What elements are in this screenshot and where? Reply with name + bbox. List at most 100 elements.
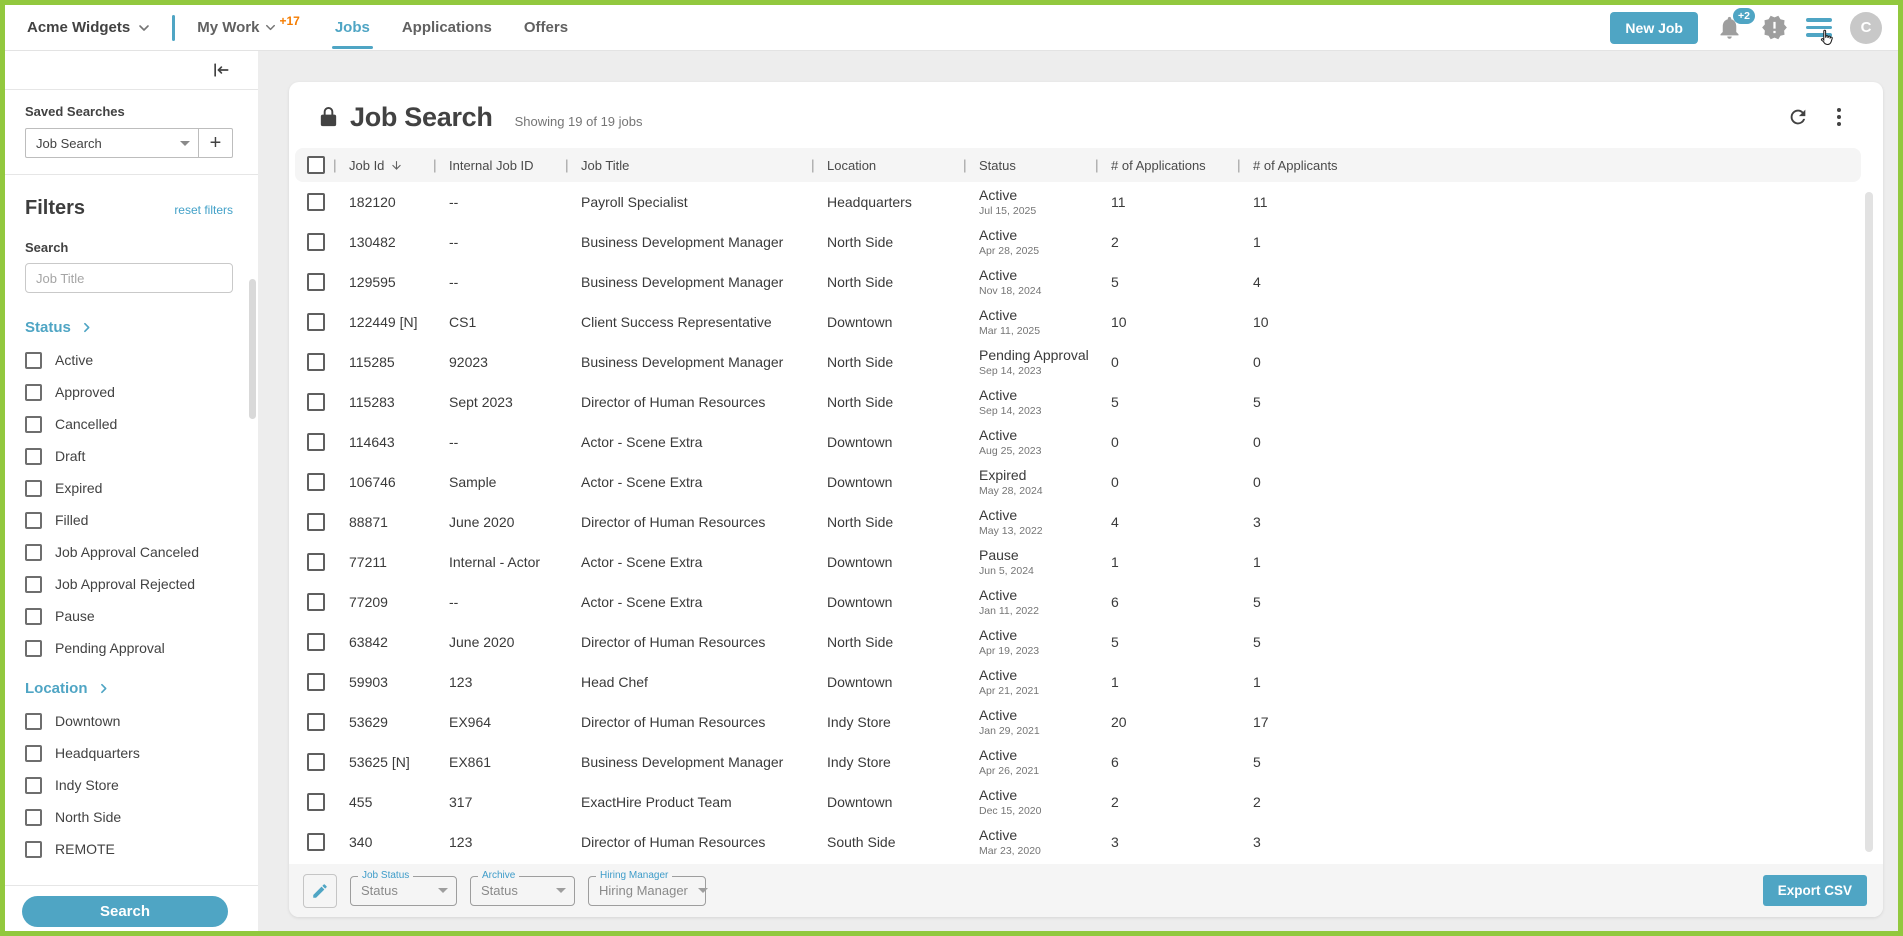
row-checkbox[interactable] [307, 473, 325, 491]
row-checkbox[interactable] [307, 593, 325, 611]
archive-select[interactable]: Archive Status [470, 876, 575, 906]
table-scrollbar[interactable] [1865, 192, 1873, 852]
table-row[interactable]: 122449 [N]CS1Client Success Representati… [295, 302, 1861, 342]
column-header-job-title[interactable]: |Job Title [565, 158, 811, 173]
row-checkbox[interactable] [307, 393, 325, 411]
table-row[interactable]: 53625 [N]EX861Business Development Manag… [295, 742, 1861, 782]
user-avatar[interactable]: C [1850, 12, 1882, 44]
apply-filters-search-button[interactable]: Search [22, 896, 228, 927]
more-options-icon[interactable] [1837, 108, 1841, 126]
checkbox[interactable] [25, 544, 42, 561]
select-all-checkbox[interactable] [307, 156, 325, 174]
reset-filters-link[interactable]: reset filters [174, 203, 233, 217]
row-checkbox[interactable] [307, 513, 325, 531]
table-row[interactable]: 11528592023Business Development ManagerN… [295, 342, 1861, 382]
row-checkbox[interactable] [307, 833, 325, 851]
row-checkbox[interactable] [307, 233, 325, 251]
column-header-internal-job-id[interactable]: |Internal Job ID [433, 158, 565, 173]
job-title-search-input[interactable] [25, 263, 233, 293]
location-section-header[interactable]: Location [25, 680, 233, 697]
row-checkbox[interactable] [307, 553, 325, 571]
row-checkbox[interactable] [307, 273, 325, 291]
checkbox[interactable] [25, 480, 42, 497]
filter-option[interactable]: North Side [25, 801, 233, 833]
table-row[interactable]: 63842June 2020Director of Human Resource… [295, 622, 1861, 662]
row-checkbox[interactable] [307, 673, 325, 691]
table-row[interactable]: 455317ExactHire Product TeamDowntownActi… [295, 782, 1861, 822]
column-header-status[interactable]: |Status [963, 158, 1095, 173]
checkbox[interactable] [25, 777, 42, 794]
checkbox[interactable] [25, 448, 42, 465]
row-checkbox[interactable] [307, 433, 325, 451]
row-checkbox[interactable] [307, 753, 325, 771]
table-row[interactable]: 182120--Payroll SpecialistHeadquartersAc… [295, 182, 1861, 222]
company-menu[interactable]: Acme Widgets [27, 19, 152, 36]
checkbox[interactable] [25, 713, 42, 730]
alerts-button[interactable] [1761, 14, 1788, 41]
location-cell: North Side [811, 394, 963, 410]
filter-option[interactable]: Indy Store [25, 769, 233, 801]
checkbox[interactable] [25, 745, 42, 762]
sidebar-scrollbar[interactable] [249, 279, 256, 419]
table-row[interactable]: 106746SampleActor - Scene ExtraDowntownE… [295, 462, 1861, 502]
filter-option[interactable]: Filled [25, 504, 233, 536]
row-checkbox[interactable] [307, 193, 325, 211]
table-row[interactable]: 53629EX964Director of Human ResourcesInd… [295, 702, 1861, 742]
checkbox[interactable] [25, 352, 42, 369]
row-checkbox[interactable] [307, 633, 325, 651]
status-section-header[interactable]: Status [25, 319, 233, 336]
filter-option[interactable]: Active [25, 344, 233, 376]
table-row[interactable]: 130482--Business Development ManagerNort… [295, 222, 1861, 262]
filter-option[interactable]: Pause [25, 600, 233, 632]
checkbox[interactable] [25, 384, 42, 401]
hiring-manager-select[interactable]: Hiring Manager Hiring Manager [588, 876, 706, 906]
table-row[interactable]: 115283Sept 2023Director of Human Resourc… [295, 382, 1861, 422]
filter-option[interactable]: Expired [25, 472, 233, 504]
filter-option[interactable]: REMOTE [25, 833, 233, 865]
row-checkbox[interactable] [307, 353, 325, 371]
new-job-button[interactable]: New Job [1610, 12, 1698, 44]
job-status-select[interactable]: Job Status Status [350, 876, 457, 906]
checkbox[interactable] [25, 576, 42, 593]
checkbox[interactable] [25, 809, 42, 826]
table-row[interactable]: 59903123Head ChefDowntownActiveApr 21, 2… [295, 662, 1861, 702]
saved-search-select[interactable]: Job Search [26, 129, 198, 157]
column-header-job-id[interactable]: |Job Id [333, 158, 433, 173]
table-row[interactable]: 77211Internal - ActorActor - Scene Extra… [295, 542, 1861, 582]
column-header-location[interactable]: |Location [811, 158, 963, 173]
checkbox[interactable] [25, 608, 42, 625]
table-row[interactable]: 77209--Actor - Scene ExtraDowntownActive… [295, 582, 1861, 622]
edit-button[interactable] [303, 874, 337, 908]
row-checkbox[interactable] [307, 713, 325, 731]
table-row[interactable]: 129595--Business Development ManagerNort… [295, 262, 1861, 302]
tab-offers[interactable]: Offers [524, 5, 568, 51]
checkbox[interactable] [25, 841, 42, 858]
refresh-icon[interactable] [1787, 106, 1809, 128]
filter-option[interactable]: Draft [25, 440, 233, 472]
tab-jobs[interactable]: Jobs [335, 5, 370, 51]
filter-option[interactable]: Downtown [25, 705, 233, 737]
filter-option[interactable]: Cancelled [25, 408, 233, 440]
table-row[interactable]: 114643--Actor - Scene ExtraDowntownActiv… [295, 422, 1861, 462]
tab-applications[interactable]: Applications [402, 5, 492, 51]
menu-button[interactable] [1806, 18, 1832, 37]
filter-option[interactable]: Approved [25, 376, 233, 408]
notifications-button[interactable]: +2 [1716, 14, 1743, 41]
table-row[interactable]: 88871June 2020Director of Human Resource… [295, 502, 1861, 542]
row-checkbox[interactable] [307, 793, 325, 811]
column-header-applicants[interactable]: |# of Applicants [1237, 158, 1861, 173]
column-header-applications[interactable]: |# of Applications [1095, 158, 1237, 173]
add-saved-search-button[interactable]: + [198, 129, 232, 157]
table-row[interactable]: 340123Director of Human ResourcesSouth S… [295, 822, 1861, 862]
filter-option[interactable]: Job Approval Rejected [25, 568, 233, 600]
row-checkbox[interactable] [307, 313, 325, 331]
collapse-sidebar-icon[interactable] [211, 60, 231, 80]
checkbox[interactable] [25, 512, 42, 529]
tab-my-work[interactable]: My Work +17 [197, 5, 303, 51]
filter-option[interactable]: Pending Approval [25, 632, 233, 664]
export-csv-button[interactable]: Export CSV [1763, 875, 1867, 906]
checkbox[interactable] [25, 640, 42, 657]
filter-option[interactable]: Headquarters [25, 737, 233, 769]
checkbox[interactable] [25, 416, 42, 433]
filter-option[interactable]: Job Approval Canceled [25, 536, 233, 568]
